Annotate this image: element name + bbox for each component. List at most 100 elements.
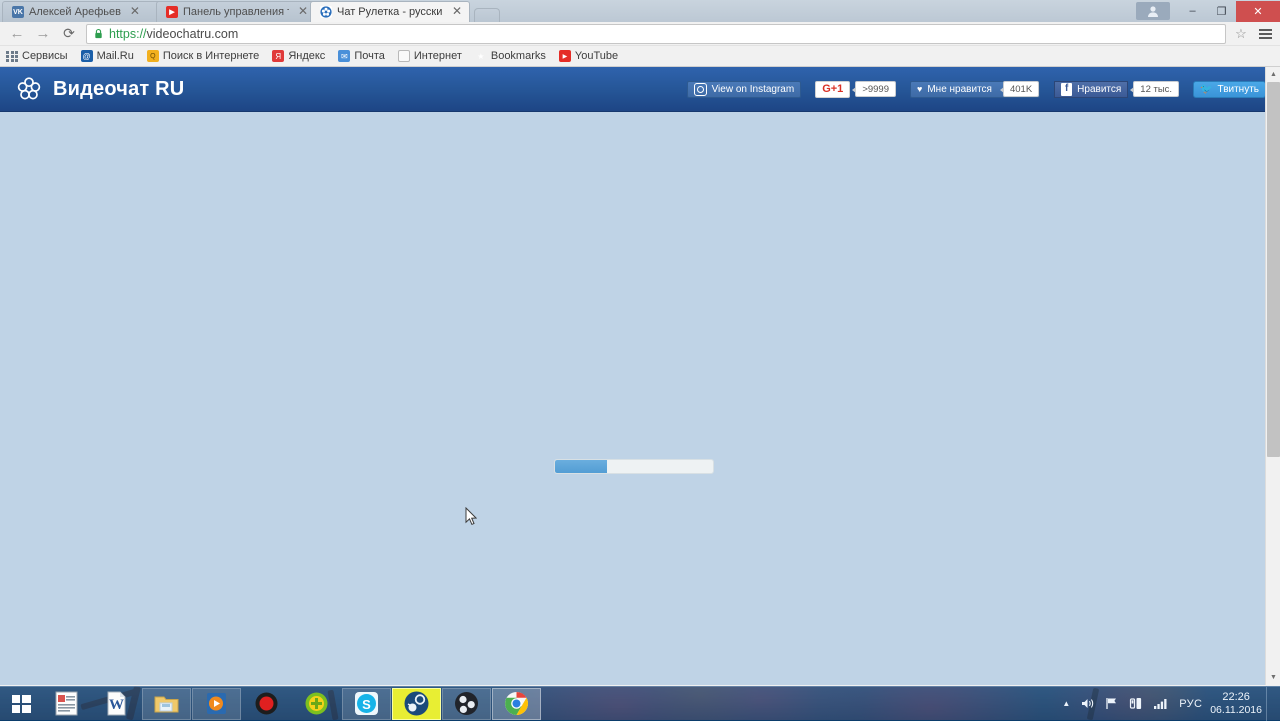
maximize-button[interactable]: ❐: [1207, 1, 1236, 21]
mail-envelope-icon: ✉: [338, 50, 350, 62]
taskbar-item-green-plus-app[interactable]: [292, 688, 341, 720]
googleplus-button[interactable]: G+1 >9999: [815, 81, 896, 98]
site-header: Видеочат RU View on Instagram G+1 >9999: [0, 67, 1280, 112]
taskbar-item-skype[interactable]: S: [342, 688, 391, 720]
mailru-icon: @: [81, 50, 93, 62]
google-chrome-icon: [503, 690, 530, 717]
windows-taskbar: W: [0, 686, 1280, 720]
chrome-menu-icon[interactable]: [1254, 23, 1276, 45]
bookmark-yandex[interactable]: Я Яндекс: [272, 50, 325, 62]
facebook-label: Нравится: [1077, 84, 1121, 95]
apps-grid-icon: [6, 50, 18, 62]
browser-toolbar: ← → ⟳ https://videochatru.com ☆: [0, 22, 1280, 46]
bookmark-label: Поиск в Интернете: [163, 50, 259, 62]
bookmark-servisy[interactable]: Сервисы: [6, 50, 68, 62]
twitter-label: Твитнуть: [1218, 84, 1259, 95]
mouse-cursor: [465, 507, 477, 526]
bookmark-youtube[interactable]: ▶ YouTube: [559, 50, 618, 62]
new-tab-button[interactable]: [474, 8, 500, 22]
facebook-icon: f: [1061, 83, 1072, 96]
yandex-icon: Я: [272, 50, 284, 62]
browser-tab-youtube[interactable]: ▶ Панель управления тран ✕: [156, 1, 316, 22]
loading-progress-bar: [554, 459, 714, 474]
taskbar-item-microsoft-word[interactable]: W: [92, 688, 141, 720]
windows-start-icon[interactable]: [0, 687, 42, 721]
show-hidden-icons-arrow[interactable]: ▲: [1062, 699, 1070, 708]
taskbar-item-google-chrome[interactable]: [492, 688, 541, 720]
chrome-browser-window: VK Алексей Арефьев ✕ ▶ Панель управления…: [0, 0, 1280, 686]
bookmarks-bar: Сервисы @ Mail.Ru Q Поиск в Интернете Я …: [0, 46, 1280, 67]
address-bar[interactable]: https://videochatru.com: [86, 24, 1226, 44]
tab-close-icon[interactable]: ✕: [297, 6, 309, 18]
taskbar-item-file-explorer[interactable]: [142, 688, 191, 720]
googleplus-label: G+1: [822, 83, 843, 95]
svg-text:W: W: [109, 697, 124, 713]
bookmark-label: Интернет: [414, 50, 462, 62]
reload-button[interactable]: ⟳: [56, 23, 82, 45]
page-viewport: Видеочат RU View on Instagram G+1 >9999: [0, 67, 1280, 685]
browser-tab-videochat[interactable]: Чат Рулетка - русский ви ✕: [310, 1, 470, 22]
language-indicator[interactable]: РУС: [1179, 698, 1202, 710]
scroll-down-arrow-icon[interactable]: ▼: [1266, 670, 1280, 685]
tab-title: Чат Рулетка - русский ви: [337, 6, 443, 18]
signal-bars-icon[interactable]: [1153, 697, 1168, 710]
media-player-icon: [203, 690, 230, 717]
system-tray: ▲: [1057, 687, 1280, 721]
close-button[interactable]: ✕: [1236, 1, 1280, 22]
search-icon: Q: [147, 50, 159, 62]
scrollbar-thumb[interactable]: [1267, 82, 1280, 457]
social-buttons: View on Instagram G+1 >9999 ♥ Мне нравит…: [687, 81, 1266, 98]
taskbar-item-steam[interactable]: [392, 688, 441, 720]
clock-time: 22:26: [1210, 691, 1262, 704]
browser-tab-vk[interactable]: VK Алексей Арефьев ✕: [2, 1, 162, 22]
obs-studio-icon: [453, 690, 480, 717]
taskbar-item-abbyy-screenshot[interactable]: [42, 688, 91, 720]
file-explorer-icon: [153, 690, 180, 717]
forward-button[interactable]: →: [30, 23, 56, 45]
facebook-count: 12 тыс.: [1133, 81, 1179, 97]
microsoft-word-icon: W: [103, 690, 130, 717]
record-button-icon: [253, 690, 280, 717]
instagram-button[interactable]: View on Instagram: [687, 81, 802, 98]
scroll-up-arrow-icon[interactable]: ▲: [1266, 67, 1280, 82]
bookmark-label: Bookmarks: [491, 50, 546, 62]
bookmark-internet[interactable]: Интернет: [398, 50, 462, 62]
tab-title: Алексей Арефьев: [29, 6, 121, 18]
bookmark-label: Сервисы: [22, 50, 68, 62]
network-icon[interactable]: [1129, 697, 1143, 710]
page-scrollbar[interactable]: ▲ ▼: [1265, 67, 1280, 685]
tab-strip: VK Алексей Арефьев ✕ ▶ Панель управления…: [0, 0, 1280, 22]
show-desktop-button[interactable]: [1266, 687, 1274, 721]
heart-icon: ♥: [917, 84, 922, 94]
back-button[interactable]: ←: [4, 23, 30, 45]
user-avatar-button[interactable]: [1136, 2, 1170, 20]
instagram-label: View on Instagram: [712, 84, 795, 95]
minimize-button[interactable]: –: [1178, 1, 1207, 21]
taskbar-item-media-player[interactable]: [192, 688, 241, 720]
bookmark-star-icon[interactable]: ☆: [1230, 24, 1252, 44]
twitter-share-button[interactable]: 🐦 Твитнуть: [1193, 81, 1266, 98]
googleplus-icon: G+1: [815, 81, 850, 98]
url-host: videochatru.com: [147, 27, 239, 41]
videochat-favicon-icon: [320, 6, 332, 18]
facebook-like-button[interactable]: f Нравится 12 тыс.: [1054, 81, 1179, 98]
bookmark-bookmarks[interactable]: ★ Bookmarks: [475, 50, 546, 62]
speaker-icon[interactable]: [1080, 697, 1095, 710]
secure-lock-icon: [93, 28, 104, 39]
bookmark-pochta[interactable]: ✉ Почта: [338, 50, 385, 62]
tab-close-icon[interactable]: ✕: [129, 6, 141, 18]
twitter-bird-icon: 🐦: [1200, 84, 1212, 95]
clock[interactable]: 22:26 06.11.2016: [1210, 691, 1266, 717]
action-center-flag-icon[interactable]: [1105, 697, 1119, 710]
vk-like-count: 401K: [1003, 81, 1039, 97]
vk-icon: VK: [12, 6, 24, 18]
youtube-icon: ▶: [559, 50, 571, 62]
site-brand[interactable]: Видеочат RU: [16, 76, 184, 102]
flower-cluster-logo-icon: [16, 76, 42, 102]
tab-close-icon[interactable]: ✕: [451, 6, 463, 18]
taskbar-item-record-app[interactable]: [242, 688, 291, 720]
bookmark-poisk[interactable]: Q Поиск в Интернете: [147, 50, 259, 62]
vk-like-button[interactable]: ♥ Мне нравится 401K: [910, 81, 1040, 98]
taskbar-item-obs-studio[interactable]: [442, 688, 491, 720]
bookmark-mailru[interactable]: @ Mail.Ru: [81, 50, 134, 62]
